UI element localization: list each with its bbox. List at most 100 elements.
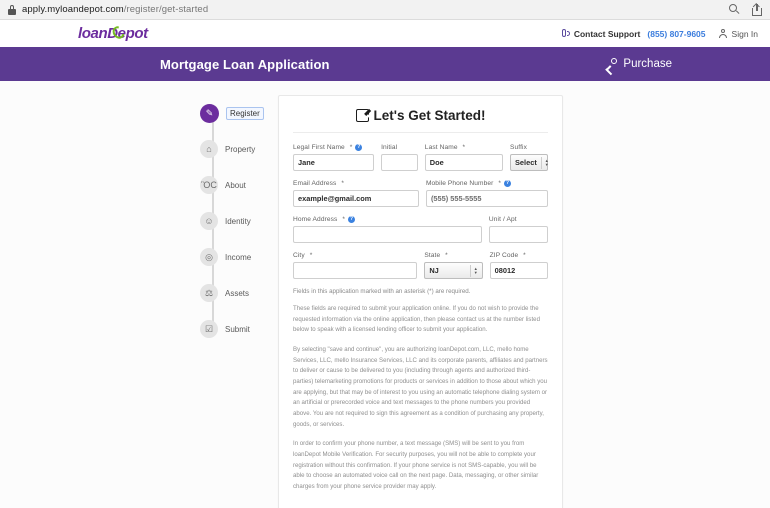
user-icon	[719, 29, 728, 38]
site-header: loanDepot Contact Support (855) 807-9605…	[0, 20, 770, 47]
first-name-input[interactable]: Jane	[293, 154, 375, 171]
browser-toolbar: apply.myloandepot.com/register/get-start…	[0, 0, 770, 20]
city-field: City *	[293, 252, 418, 279]
contact-row: Email Address * example@gmail.com Mobile…	[293, 180, 548, 207]
zip-label: ZIP Code *	[489, 252, 526, 259]
support-phone-link[interactable]: (855) 807-9605	[647, 29, 705, 39]
help-icon[interactable]: ?	[504, 180, 512, 187]
checklist-icon: ☑	[200, 320, 218, 338]
bank-icon: ⚖	[200, 284, 218, 302]
label-text: Last Name	[424, 144, 458, 151]
url-path: /register/get-started	[123, 4, 209, 15]
sidebar-item-label: Identity	[225, 216, 251, 226]
email-label: Email Address *	[293, 180, 345, 187]
email-input[interactable]: example@gmail.com	[293, 190, 419, 207]
disclaimer-paragraph-2: By selecting "save and continue", you ar…	[293, 345, 548, 428]
suffix-select[interactable]: Select ▲ ▼	[510, 154, 549, 171]
sidebar-item-label: Assets	[225, 288, 250, 298]
label-text: Home Address	[293, 216, 338, 223]
edit-icon: ✎	[200, 103, 219, 123]
address-bar[interactable]: apply.myloandepot.com/register/get-start…	[22, 4, 208, 15]
application-page: apply.myloandepot.com/register/get-start…	[0, 0, 770, 508]
suffix-value: Select	[515, 158, 537, 167]
mobile-phone-input[interactable]: (555) 555-5555	[425, 190, 548, 207]
logo-text: loanDepot	[78, 25, 148, 42]
help-icon[interactable]: ?	[355, 144, 363, 151]
sidebar-item-label: Property	[225, 144, 256, 154]
disclaimer-paragraph-1: These fields are required to submit your…	[293, 305, 540, 334]
first-name-field: Legal First Name * ? Jane	[293, 144, 375, 171]
edit-document-icon	[355, 109, 369, 122]
sidebar-item-label: Submit	[225, 324, 250, 334]
key-icon	[605, 58, 618, 75]
browser-actions	[729, 2, 762, 16]
unit-label: Unit / Apt	[489, 216, 548, 223]
money-icon: ◎	[200, 248, 218, 266]
label-text: Suffix	[510, 144, 527, 151]
form-heading: Let's Get Started!	[293, 108, 548, 133]
briefcase-icon: ὋC	[200, 176, 218, 194]
mobile-phone-label: Mobile Phone Number * ?	[425, 179, 512, 187]
label-text: Unit / Apt	[488, 216, 517, 223]
suffix-field: Suffix Select ▲ ▼	[510, 144, 549, 171]
zip-field: ZIP Code * 08012	[489, 252, 549, 279]
spinner-icon: ▲ ▼	[469, 264, 478, 277]
disclaimer-paragraph-3: In order to confirm your phone number, a…	[293, 440, 539, 490]
city-label: City *	[293, 252, 313, 259]
progress-stepper: ✎ Register ⌂ Property ὋC About ☺ Identit…	[200, 95, 280, 508]
url-domain: apply.myloandepot.com	[22, 4, 124, 15]
sidebar-item-label: Income	[225, 252, 252, 262]
label-text: Mobile Phone Number	[425, 180, 494, 187]
zip-input[interactable]: 08012	[489, 262, 549, 279]
loandepot-logo[interactable]: loanDepot	[78, 24, 148, 42]
lock-icon	[8, 4, 16, 15]
search-icon[interactable]	[729, 4, 740, 15]
label-text: State	[424, 252, 441, 259]
city-state-zip-row: City * State * NJ ▲ ▼ ZIP Code * 08012	[293, 252, 549, 279]
home-address-input[interactable]	[293, 226, 482, 243]
label-text: Initial	[381, 144, 398, 151]
sign-in-label: Sign In	[731, 28, 758, 39]
last-name-input[interactable]: Doe	[424, 154, 503, 171]
suffix-label: Suffix	[510, 144, 548, 151]
state-value: NJ	[429, 266, 439, 275]
loan-purpose: Purchase	[605, 58, 750, 75]
spinner-icon: ▲ ▼	[540, 156, 549, 169]
home-address-label: Home Address * ?	[293, 215, 356, 223]
email-field: Email Address * example@gmail.com	[293, 180, 419, 207]
form-heading-text: Let's Get Started!	[373, 108, 486, 123]
main-content: ✎ Register ⌂ Property ὋC About ☺ Identit…	[0, 81, 770, 508]
id-badge-icon: ☺	[200, 212, 218, 230]
name-row: Legal First Name * ? Jane Initial Last N…	[293, 144, 549, 171]
unit-input[interactable]	[488, 226, 548, 243]
help-icon[interactable]: ?	[348, 216, 356, 223]
share-icon[interactable]	[752, 2, 762, 16]
application-banner: Mortgage Loan Application Purchase	[0, 47, 770, 81]
required-fields-note: Fields in this application marked with a…	[293, 288, 471, 295]
page-title: Mortgage Loan Application	[160, 56, 330, 72]
mobile-phone-field: Mobile Phone Number * ? (555) 555-5555	[425, 179, 548, 207]
city-input[interactable]	[293, 262, 418, 279]
initial-input[interactable]	[381, 154, 418, 171]
sidebar-item-label: About	[225, 180, 246, 190]
address-row: Home Address * ? Unit / Apt	[293, 216, 548, 243]
label-text: City	[293, 252, 305, 259]
sidebar-item-submit[interactable]: ☑ Submit	[200, 293, 280, 347]
initial-field: Initial	[381, 144, 418, 171]
contact-support[interactable]: Contact Support	[561, 28, 641, 39]
state-label: State *	[424, 252, 448, 259]
home-address-field: Home Address * ?	[293, 216, 482, 243]
label-text: Email Address	[293, 180, 337, 187]
sidebar-item-label: Register	[226, 106, 264, 120]
last-name-field: Last Name * Doe	[424, 144, 503, 171]
initial-label: Initial	[381, 144, 418, 151]
contact-support-label: Contact Support	[573, 28, 641, 39]
loan-purpose-label: Purchase	[623, 58, 672, 70]
registration-form-card: Let's Get Started! Legal First Name * ? …	[278, 95, 563, 508]
sign-in-button[interactable]: Sign In	[719, 29, 758, 39]
state-select[interactable]: NJ ▲ ▼	[424, 262, 483, 279]
phone-icon	[561, 29, 570, 38]
unit-field: Unit / Apt	[488, 216, 548, 243]
home-icon: ⌂	[200, 140, 218, 158]
label-text: Legal First Name	[293, 144, 345, 151]
